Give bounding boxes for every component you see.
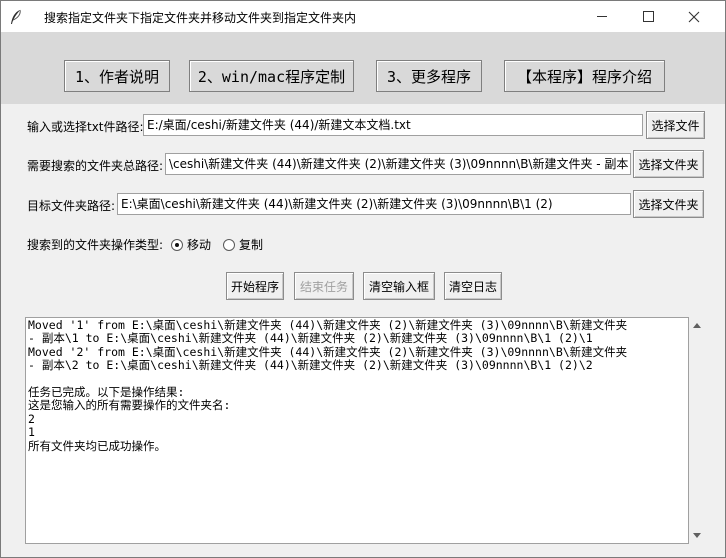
log-line: 这是您输入的所有需要操作的文件夹名: xyxy=(28,399,231,413)
clear-log-button[interactable]: 清空日志 xyxy=(444,272,502,300)
log-lines: Moved '1' from E:\桌面\ceshi\新建文件夹 (44)\新建… xyxy=(26,318,688,454)
scroll-down-icon[interactable] xyxy=(693,533,701,538)
window-title: 搜索指定文件夹下指定文件夹并移动文件夹到指定文件夹内 xyxy=(44,11,357,25)
log-line: 任务已完成。以下是操作结果: xyxy=(28,385,185,399)
select-file-button[interactable]: 选择文件 xyxy=(646,111,705,139)
log-line: 2 xyxy=(28,412,35,426)
log-scrollbar[interactable] xyxy=(689,317,706,544)
log-line: 所有文件夹均已成功操作。 xyxy=(28,439,166,453)
log-line: Moved '1' from E:\桌面\ceshi\新建文件夹 (44)\新建… xyxy=(28,319,628,332)
more-programs-button[interactable]: 3、更多程序 xyxy=(376,60,482,92)
search-path-label: 需要搜索的文件夹总路径: xyxy=(27,159,164,173)
log-line: 1 xyxy=(28,426,35,440)
log-textarea[interactable]: Moved '1' from E:\桌面\ceshi\新建文件夹 (44)\新建… xyxy=(25,317,689,544)
move-radio-label: 移动 xyxy=(187,238,212,252)
title-bar: 搜索指定文件夹下指定文件夹并移动文件夹到指定文件夹内 xyxy=(1,1,725,32)
maximize-icon xyxy=(642,11,654,22)
close-icon xyxy=(688,11,700,22)
top-button-bar: 1、作者说明 2、win/mac程序定制 3、更多程序 【本程序】程序介绍 xyxy=(1,32,725,104)
move-radio[interactable]: 移动 xyxy=(171,236,211,253)
stop-task-button[interactable]: 结束任务 xyxy=(294,272,354,300)
select-target-folder-button[interactable]: 选择文件夹 xyxy=(633,190,704,218)
custom-program-button[interactable]: 2、win/mac程序定制 xyxy=(189,60,354,92)
txt-path-input[interactable]: E:/桌面/ceshi/新建文件夹 (44)/新建文本文档.txt xyxy=(143,114,643,136)
target-path-label: 目标文件夹路径: xyxy=(27,199,116,213)
program-intro-button[interactable]: 【本程序】程序介绍 xyxy=(504,60,665,92)
log-line: - 副本\1 to E:\桌面\ceshi\新建文件夹 (44)\新建文件夹 (… xyxy=(28,332,593,346)
log-line: - 副本\2 to E:\桌面\ceshi\新建文件夹 (44)\新建文件夹 (… xyxy=(28,359,593,373)
maximize-button[interactable] xyxy=(625,1,671,32)
start-button[interactable]: 开始程序 xyxy=(226,272,284,300)
copy-radio-label: 复制 xyxy=(239,238,264,252)
copy-radio-dot[interactable] xyxy=(223,238,235,251)
copy-radio[interactable]: 复制 xyxy=(223,236,263,253)
feather-icon xyxy=(9,9,23,25)
txt-path-label: 输入或选择txt件路径: xyxy=(27,120,144,134)
clear-input-button[interactable]: 清空输入框 xyxy=(363,272,435,300)
select-search-folder-button[interactable]: 选择文件夹 xyxy=(633,150,704,178)
search-path-input[interactable]: \ceshi\新建文件夹 (44)\新建文件夹 (2)\新建文件夹 (3)\09… xyxy=(165,153,631,175)
minimize-button[interactable] xyxy=(579,1,625,32)
scroll-up-icon[interactable] xyxy=(693,323,701,328)
close-button[interactable] xyxy=(671,1,717,32)
minimize-icon xyxy=(597,16,607,17)
move-radio-dot[interactable] xyxy=(171,238,183,251)
app-window: 搜索指定文件夹下指定文件夹并移动文件夹到指定文件夹内 1、作者说明 2、win/… xyxy=(0,0,726,558)
log-line: Moved '2' from E:\桌面\ceshi\新建文件夹 (44)\新建… xyxy=(28,345,628,359)
target-path-input[interactable]: E:\桌面\ceshi\新建文件夹 (44)\新建文件夹 (2)\新建文件夹 (… xyxy=(117,193,631,215)
operation-type-label: 搜索到的文件夹操作类型: xyxy=(27,238,164,252)
author-info-button[interactable]: 1、作者说明 xyxy=(64,60,170,92)
